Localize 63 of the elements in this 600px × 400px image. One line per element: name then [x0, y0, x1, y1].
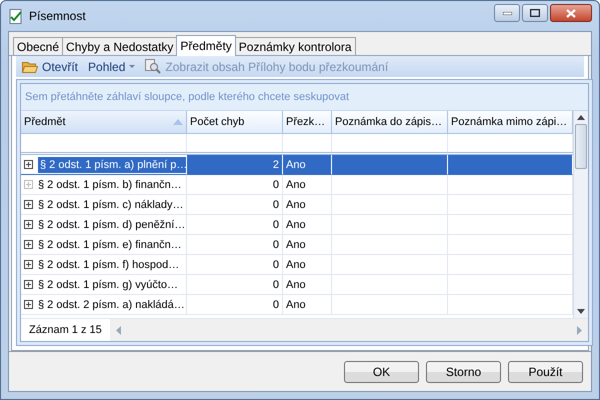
vertical-scrollbar[interactable] — [573, 111, 588, 318]
table-cell: Ano — [283, 295, 332, 315]
close-icon — [566, 8, 576, 18]
column-header[interactable]: Poznámka do zápis… — [332, 111, 448, 134]
table-cell: Ano — [283, 255, 332, 275]
expand-icon[interactable] — [24, 260, 33, 269]
document-magnifier-icon — [145, 59, 162, 74]
table-cell: § 2 odst. 1 písm. e) finančn… — [38, 238, 182, 250]
table-cell: § 2 odst. 1 písm. a) plnění p… — [38, 156, 186, 172]
expand-icon[interactable] — [24, 200, 33, 209]
tab[interactable]: Předměty — [176, 35, 236, 56]
group-by-hint: Sem přetáhněte záhlaví sloupce, podle kterého chcete seskupovat — [25, 91, 350, 103]
table-cell: § 2 odst. 1 písm. f) hospod… — [38, 258, 180, 270]
table-cell: § 2 odst. 1 písm. d) peněžní… — [38, 218, 186, 230]
dialog-button[interactable]: OK — [344, 360, 419, 382]
table-cell: 0 — [187, 295, 283, 315]
table-cell: Ano — [283, 275, 332, 295]
table-cell: Ano — [283, 175, 332, 195]
expand-icon[interactable] — [24, 280, 33, 289]
table-cell: 0 — [187, 195, 283, 215]
toolbar-button[interactable]: Pohled — [86, 60, 138, 74]
sort-ascending-icon — [173, 119, 183, 125]
column-header[interactable]: Počet chyb — [187, 111, 283, 134]
expand-icon[interactable] — [24, 240, 33, 249]
table-cell: 0 — [187, 235, 283, 255]
table-cell: Ano — [283, 235, 332, 255]
document-check-icon — [8, 8, 23, 24]
table-cell: § 2 odst. 1 písm. b) finančn… — [38, 178, 182, 190]
dialog-button[interactable]: Použít — [508, 360, 583, 382]
close-button[interactable] — [550, 4, 592, 22]
scroll-thumb[interactable] — [575, 124, 587, 169]
table-cell: Ano — [283, 215, 332, 235]
column-header[interactable]: Přezk… — [283, 111, 332, 134]
column-header[interactable]: Předmět — [21, 111, 187, 134]
table-cell: 2 — [187, 155, 283, 175]
table-cell: 0 — [187, 175, 283, 195]
scroll-down-icon[interactable] — [577, 309, 585, 314]
tab[interactable]: Poznámky kontrolora — [234, 37, 356, 55]
expand-icon[interactable] — [24, 160, 33, 169]
tab[interactable]: Obecné — [13, 37, 64, 55]
table-cell: § 2 odst. 1 písm. c) náklady… — [38, 198, 184, 210]
table-cell: 0 — [187, 275, 283, 295]
table-cell: 0 — [187, 255, 283, 275]
tab[interactable]: Chyby a Nedostatky — [62, 37, 178, 55]
column-header[interactable]: Poznámka mimo zápi… — [448, 111, 573, 134]
expand-icon[interactable] — [24, 300, 33, 309]
toolbar-button[interactable]: Otevřít — [20, 60, 80, 74]
table-cell: Ano — [283, 155, 332, 175]
expand-icon[interactable] — [24, 220, 33, 229]
record-counter: Záznam 1 z 15 — [21, 319, 110, 341]
table-cell: § 2 odst. 2 písm. a) nakládá… — [38, 298, 185, 310]
table-cell: Ano — [283, 195, 332, 215]
dialog-button[interactable]: Storno — [426, 360, 501, 382]
maximize-button[interactable] — [522, 4, 548, 22]
caret-icon — [129, 65, 136, 68]
table-cell: § 2 odst. 1 písm. g) vyúčto… — [38, 278, 178, 290]
minimize-button[interactable] — [494, 4, 520, 22]
minimize-icon — [502, 12, 512, 14]
folder-icon — [22, 60, 38, 73]
scroll-up-icon[interactable] — [577, 115, 585, 120]
table-cell: 0 — [187, 215, 283, 235]
window-title: Písemnost — [29, 9, 87, 23]
maximize-icon — [530, 9, 540, 17]
